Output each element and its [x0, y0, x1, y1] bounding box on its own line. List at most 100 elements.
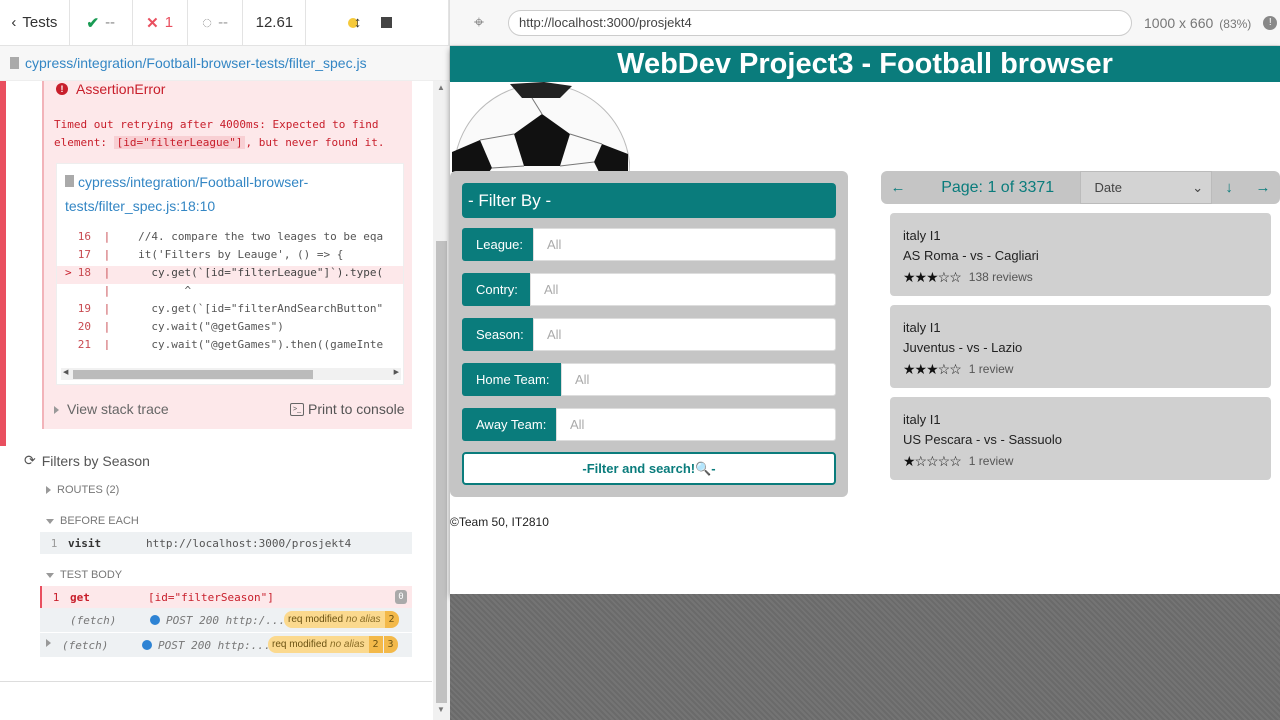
- command-visit[interactable]: 1 visit http://localhost:3000/prosjekt4: [40, 532, 412, 554]
- country-input[interactable]: All: [530, 273, 836, 306]
- filter-season: Season: All: [462, 318, 836, 351]
- test-body-section[interactable]: TEST BODY: [40, 564, 412, 586]
- runner-stats-bar: ‹ Tests ✔ -- ✕ 1 ◌ -- 12.61 ↕: [0, 0, 450, 46]
- before-each-section[interactable]: BEFORE EACH: [40, 510, 412, 532]
- line-number: 20: [77, 320, 91, 333]
- tests-label: Tests: [22, 14, 58, 31]
- code-line: 16 | //4. compare the two leages to be e…: [57, 230, 403, 248]
- filter-country: Contry: All: [462, 273, 836, 306]
- game-rating: ★★★☆☆ 138 reviews: [903, 267, 1258, 287]
- soccer-ball-image: [452, 82, 630, 172]
- error-panel: ! AssertionError Timed out retrying afte…: [42, 81, 412, 429]
- chevron-left-icon: ‹: [11, 14, 17, 31]
- app-title: WebDev Project3 - Football browser: [450, 46, 1280, 82]
- line-number: 19: [77, 302, 91, 315]
- game-teams: US Pescara - vs - Sassuolo: [903, 432, 1062, 447]
- line-number: 21: [77, 338, 91, 350]
- code-frame-path[interactable]: cypress/integration/Football-browser-tes…: [65, 170, 401, 218]
- game-league: italy I1: [903, 320, 941, 335]
- reporter-scrollbar[interactable]: ▲ ▼: [433, 81, 450, 720]
- selector-playground-icon[interactable]: ⌖: [450, 12, 508, 33]
- game-card[interactable]: italy I1 AS Roma - vs - Cagliari ★★★☆☆ 1…: [890, 213, 1271, 296]
- line-number: 17: [77, 248, 91, 261]
- viewport-info[interactable]: 1000 x 660 (83%): [1144, 15, 1251, 31]
- view-stack-trace[interactable]: View stack trace: [54, 401, 169, 417]
- line-separator: |: [97, 266, 111, 279]
- filter-panel: - Filter By - League: All Contry: All Se…: [450, 171, 848, 497]
- league-input[interactable]: All: [533, 228, 836, 261]
- circle-notch-icon: ◌: [201, 12, 213, 32]
- line-separator: |: [97, 284, 111, 297]
- review-count: 1 review: [968, 362, 1014, 376]
- scrollbar-thumb[interactable]: [436, 241, 447, 703]
- failed-test-indicator: [0, 81, 6, 446]
- caret-down-icon: [46, 572, 54, 578]
- app-frame: WebDev Project3 - Football browser - Fil…: [450, 46, 1280, 594]
- url-field[interactable]: http://localhost:3000/prosjekt4: [508, 9, 1132, 36]
- spec-file-bar[interactable]: cypress/integration/Football-browser-tes…: [0, 46, 449, 81]
- code-line: 21 | cy.wait("@getGames").then((gameInte: [57, 338, 403, 350]
- scrollbar-thumb[interactable]: [73, 370, 313, 379]
- line-separator: |: [97, 302, 111, 315]
- game-teams: Juventus - vs - Lazio: [903, 340, 1023, 355]
- cypress-runner-panel: ‹ Tests ✔ -- ✕ 1 ◌ -- 12.61 ↕ cypress/in…: [0, 0, 450, 720]
- line-separator: |: [97, 338, 111, 350]
- filter-league: League: All: [462, 228, 836, 261]
- test-hooks: ROUTES (2) BEFORE EACH 1 visit http://lo…: [40, 479, 412, 657]
- terminal-icon: >_: [290, 402, 304, 416]
- arrow-down-icon[interactable]: ▼: [437, 705, 445, 714]
- aut-panel: ⌖ http://localhost:3000/prosjekt4 1000 x…: [450, 0, 1280, 720]
- home-team-input[interactable]: All: [561, 363, 836, 396]
- test-filters-by-season[interactable]: ⟳ Filters by Season: [24, 452, 150, 469]
- code-line: 19 | cy.get(`[id="filterAndSearchButton": [57, 302, 403, 320]
- review-count: 138 reviews: [968, 270, 1033, 284]
- code-frame-scrollbar[interactable]: ◀ ▶: [61, 368, 401, 380]
- file-icon: [65, 175, 74, 187]
- filter-label-league: League:: [462, 228, 533, 261]
- code-text: cy.get(`[id="filterLeague"]`).type(: [118, 266, 384, 279]
- game-teams: AS Roma - vs - Cagliari: [903, 248, 1039, 263]
- star-rating-icon: ★★★☆☆: [903, 268, 962, 285]
- code-text: cy.get(`[id="filterAndSearchButton": [118, 302, 384, 315]
- spec-path: cypress/integration/Football-browser-tes…: [25, 55, 367, 71]
- request-dot-icon: [150, 615, 160, 625]
- print-to-console-button[interactable]: >_ Print to console: [290, 401, 405, 417]
- passed-count: ✔ --: [70, 0, 133, 46]
- line-separator: |: [97, 248, 111, 261]
- line-number: 18: [77, 266, 91, 279]
- filter-and-search-button[interactable]: -Filter and search!🔍-: [462, 452, 836, 485]
- tests-nav-button[interactable]: ‹ Tests: [0, 0, 70, 46]
- file-icon: [10, 57, 19, 69]
- arrow-left-icon[interactable]: ←: [881, 179, 915, 196]
- fetch-event-2[interactable]: (fetch) POST 200 http:... req modified no…: [40, 633, 412, 657]
- code-line: >18 | cy.get(`[id="filterLeague"]`).type…: [57, 266, 403, 284]
- stop-icon[interactable]: [381, 17, 393, 28]
- fetch-event-1[interactable]: (fetch) POST 200 http:/... req modified n…: [40, 608, 412, 632]
- exclamation-icon: !: [56, 83, 68, 95]
- arrow-up-icon[interactable]: ▲: [437, 83, 445, 92]
- code-line: 20 | cy.wait("@getGames"): [57, 320, 403, 338]
- arrow-right-icon[interactable]: →: [1246, 179, 1280, 196]
- req-modified-badge: req modified no alias 2: [284, 611, 399, 628]
- command-get-failed[interactable]: 1 get [id="filterSeason"] 0: [40, 586, 412, 608]
- game-rating: ★☆☆☆☆ 1 review: [903, 451, 1258, 471]
- season-input[interactable]: All: [533, 318, 836, 351]
- code-text: it('Filters by Leauge', () => {: [118, 248, 344, 261]
- error-title: ! AssertionError: [56, 81, 165, 97]
- runner-controls: ↕: [306, 0, 450, 46]
- code-text: ^: [118, 284, 192, 297]
- refresh-icon: ⟳: [24, 452, 36, 468]
- star-rating-icon: ★☆☆☆☆: [903, 452, 962, 469]
- arrow-left-icon[interactable]: ◀: [63, 368, 68, 376]
- away-team-input[interactable]: All: [556, 408, 836, 441]
- arrow-down-icon[interactable]: ↓: [1212, 179, 1246, 196]
- game-card[interactable]: italy I1 US Pescara - vs - Sassuolo ★☆☆☆…: [890, 397, 1271, 480]
- info-icon[interactable]: !: [1263, 15, 1278, 30]
- arrow-right-icon[interactable]: ▶: [394, 368, 399, 376]
- game-card[interactable]: italy I1 Juventus - vs - Lazio ★★★☆☆ 1 r…: [890, 305, 1271, 388]
- routes-section[interactable]: ROUTES (2): [40, 479, 412, 501]
- sort-select[interactable]: Date ⌄: [1080, 171, 1213, 204]
- caret-down-icon: [46, 518, 54, 524]
- line-separator: |: [97, 320, 111, 333]
- scroll-toggle-icon[interactable]: ↕: [354, 14, 362, 31]
